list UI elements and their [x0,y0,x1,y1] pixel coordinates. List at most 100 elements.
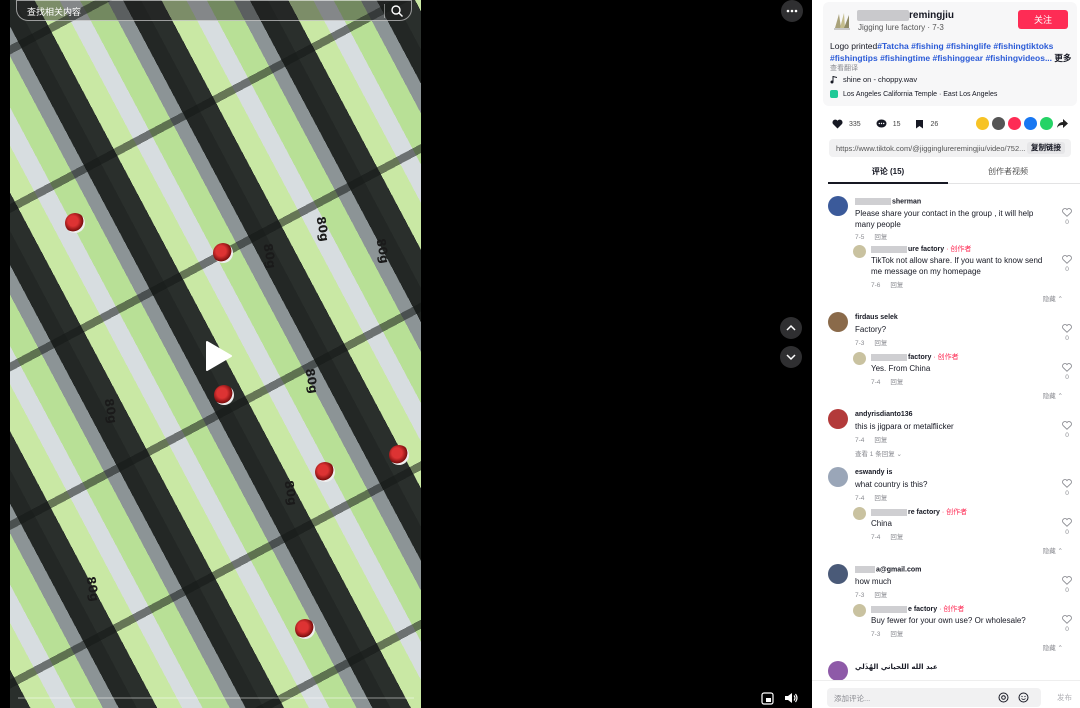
search-input[interactable]: 查找相关内容 [27,5,81,18]
comment-like-button[interactable]: 0 [1061,208,1073,226]
active-tab-indicator [828,182,948,184]
share-arrow-icon[interactable] [1056,117,1069,130]
user-avatar[interactable] [828,196,848,216]
comment-username[interactable]: عبد الله اللحياني الهُذَلي [855,663,938,671]
comment-like-count: 0 [1065,490,1069,497]
repost-icon[interactable] [976,117,989,130]
reply-button[interactable]: 回复 [874,495,887,502]
reply-like-count: 0 [1065,529,1069,536]
reply-date: 7-4 [871,534,881,541]
search-icon[interactable] [390,4,404,18]
hashtag-link[interactable]: #fishinggear [933,53,984,63]
reply-like-button[interactable]: 0 [1061,255,1073,273]
reply-button[interactable]: 回复 [874,340,887,347]
hashtag-link[interactable]: #Tatcha [877,41,909,51]
comment-text: Factory? [855,325,887,334]
user-avatar[interactable] [828,312,848,332]
previous-video-button[interactable] [780,317,802,339]
reply-like-button[interactable]: 0 [1061,615,1073,633]
next-video-button[interactable] [780,346,802,368]
reply-button[interactable]: 回复 [874,234,887,241]
author-avatar[interactable] [831,10,853,32]
emoji-icon[interactable] [1018,692,1029,703]
reply-username[interactable]: factory · 创作者 [871,352,959,362]
picture-in-picture-button[interactable] [758,689,776,707]
reply-like-count: 0 [1065,374,1069,381]
video-url[interactable]: https://www.tiktok.com/@jigginglureremin… [836,144,1025,153]
post-comment-button[interactable]: 发布 [1057,692,1072,703]
creator-avatar[interactable] [853,352,866,365]
search-bar[interactable]: 查找相关内容 [16,0,412,21]
comment-like-button[interactable]: 0 [1061,421,1073,439]
comment-input[interactable]: 添加评论... [827,688,1041,707]
save-button[interactable]: 26 [915,119,938,129]
reply-like-button[interactable]: 0 [1061,518,1073,536]
whatsapp-icon[interactable] [1040,117,1053,130]
author-name[interactable]: remingjiu [909,10,954,21]
reply-username[interactable]: re factory · 创作者 [871,507,967,517]
tab-comments[interactable]: 评论 (15) [828,166,948,177]
hashtag-link[interactable]: #fishingtime [880,53,930,63]
facebook-icon[interactable] [1024,117,1037,130]
reply-button[interactable]: 回复 [874,592,887,599]
comment-like-button[interactable]: 0 [1061,576,1073,594]
comment-bubble-icon [876,119,887,128]
user-avatar[interactable] [828,661,848,680]
heart-outline-icon [1062,363,1072,372]
collapse-replies-button[interactable]: 隐藏 ⌃ [1043,642,1063,652]
creator-badge: · 创作者 [939,606,965,613]
reply-button[interactable]: 回复 [890,379,903,386]
comment-button[interactable]: 15 [876,119,900,129]
comment-username[interactable]: eswandy is [855,469,892,476]
collapse-replies-button[interactable]: 隐藏 ⌃ [1043,545,1063,555]
collapse-replies-button[interactable]: 隐藏 ⌃ [1043,293,1063,303]
comment-like-button[interactable]: 0 [1061,479,1073,497]
reply-button[interactable]: 回复 [890,282,903,289]
music-link[interactable]: shine on - choppy.wav [830,75,917,84]
tab-creator-videos[interactable]: 创作者视频 [948,166,1068,177]
reply-username[interactable]: ure factory · 创作者 [871,244,971,254]
search-divider [384,4,385,18]
creator-avatar[interactable] [853,604,866,617]
comment-text: this is jigpara or metalflicker [855,422,954,431]
comment-username[interactable]: andyrisdianto136 [855,411,913,418]
video-progress-bar[interactable] [18,697,414,699]
reply-button[interactable]: 回复 [890,534,903,541]
user-avatar[interactable] [828,409,848,429]
play-icon[interactable] [203,340,233,372]
hashtag-link[interactable]: #fishingtiktoks [993,41,1053,51]
comment-username[interactable]: sherman [855,198,921,205]
creator-avatar[interactable] [853,507,866,520]
like-button[interactable]: 335 [832,119,861,129]
creator-avatar[interactable] [853,245,866,258]
comment-meta: 7-4 回复 [855,434,897,444]
reply-like-button[interactable]: 0 [1061,363,1073,381]
hashtag-link[interactable]: #fishing [911,41,944,51]
comment-username[interactable]: firdaus selek [855,314,898,321]
comment-date: 7-4 [855,437,865,444]
reply-like-count: 0 [1065,626,1069,633]
hashtag-link[interactable]: #fishingvideos... [985,53,1052,63]
caption-more-link[interactable]: 更多 [1054,53,1071,63]
send-to-friends-icon[interactable] [1008,117,1021,130]
translate-link[interactable]: 查看翻译 [830,63,858,73]
embed-icon[interactable] [992,117,1005,130]
copy-link-button[interactable]: 复制链接 [1027,142,1065,154]
more-options-button[interactable] [781,0,803,22]
mention-icon[interactable] [998,692,1009,703]
reply-button[interactable]: 回复 [874,437,887,444]
hashtag-link[interactable]: #fishingtips [830,53,878,63]
reply-text: Yes. From China [871,364,931,373]
hashtag-link[interactable]: #fishinglife [946,41,991,51]
follow-button[interactable]: 关注 [1018,10,1068,29]
collapse-replies-button[interactable]: 隐藏 ⌃ [1043,390,1063,400]
view-replies-button[interactable]: 查看 1 条回复 ⌄ [855,448,902,458]
user-avatar[interactable] [828,467,848,487]
location-link[interactable]: Los Angeles California Temple · East Los… [830,90,997,98]
comment-like-button[interactable]: 0 [1061,324,1073,342]
reply-button[interactable]: 回复 [890,631,903,638]
comment-username[interactable]: a@gmail.com [855,566,921,573]
user-avatar[interactable] [828,564,848,584]
reply-username[interactable]: e factory · 创作者 [871,604,964,614]
volume-button[interactable] [782,689,800,707]
